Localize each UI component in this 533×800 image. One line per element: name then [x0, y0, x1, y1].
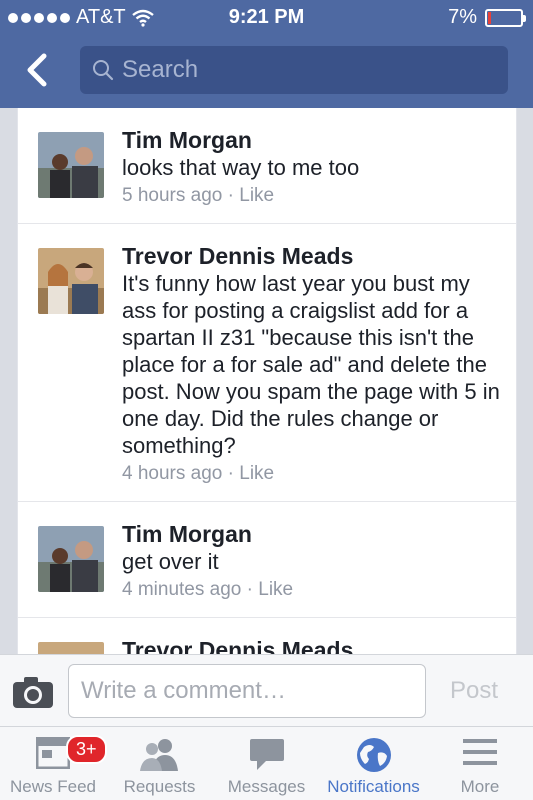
meta-separator: ·: [227, 463, 234, 484]
battery-icon: [485, 8, 526, 27]
comment-composer: Write a comment… Post: [0, 654, 533, 726]
top-bar: AT&T 9:21 PM 7% Search: [0, 0, 533, 108]
friend-requests-icon: [139, 739, 178, 771]
comment-author[interactable]: Trevor Dennis Meads: [122, 636, 502, 654]
avatar[interactable]: [38, 642, 104, 654]
comment-item: Tim Morgan get over it 4 minutes ago · L…: [18, 502, 516, 618]
avatar[interactable]: [38, 526, 104, 592]
post-button[interactable]: Post: [450, 677, 498, 705]
messages-icon: [249, 739, 284, 770]
tab-label: Messages: [227, 777, 306, 796]
comment-time: 5 hours ago: [122, 185, 223, 206]
comment-text: It's funny how last year you bust my ass…: [122, 271, 500, 458]
comment-author[interactable]: Trevor Dennis Meads: [122, 242, 502, 270]
avatar[interactable]: [38, 248, 104, 314]
tab-requests[interactable]: Requests: [106, 727, 213, 800]
like-link[interactable]: Like: [239, 185, 274, 206]
battery-percent: 7%: [448, 6, 477, 28]
meta-separator: ·: [246, 579, 253, 600]
tab-more[interactable]: More: [427, 727, 533, 800]
comment-placeholder: Write a comment…: [81, 677, 286, 704]
comment-meta: 4 minutes ago · Like: [122, 579, 502, 601]
tab-news-feed[interactable]: 3+ News Feed: [0, 727, 107, 800]
back-arrow-icon[interactable]: [20, 48, 56, 92]
search-placeholder: Search: [122, 56, 199, 83]
tab-messages[interactable]: Messages: [213, 727, 320, 800]
comment-text: looks that way to me too: [122, 155, 360, 180]
comment-item: Tim Morgan looks that way to me too 5 ho…: [18, 108, 516, 224]
comment-meta: 4 hours ago · Like: [122, 463, 502, 485]
globe-icon: [356, 738, 391, 772]
comment-time: 4 minutes ago: [122, 579, 242, 600]
menu-icon: [463, 739, 497, 765]
like-link[interactable]: Like: [258, 579, 293, 600]
tab-label: Requests: [123, 777, 196, 796]
tab-label: Notifications: [327, 777, 420, 796]
comment-item: Trevor Dennis Meads: [18, 618, 516, 654]
comment-meta: 5 hours ago · Like: [122, 185, 502, 207]
avatar[interactable]: [38, 132, 104, 198]
comment-item: Trevor Dennis Meads It's funny how last …: [18, 224, 516, 502]
tab-notifications[interactable]: Notifications: [320, 727, 427, 800]
tab-label: More: [460, 777, 500, 796]
search-icon: [93, 60, 114, 81]
comment-input[interactable]: Write a comment…: [68, 664, 426, 718]
tab-label: News Feed: [10, 777, 96, 796]
comment-text: get over it: [122, 549, 219, 574]
news-feed-icon: [36, 737, 70, 769]
tab-bar: 3+ News Feed Requests Messages Notificat…: [0, 726, 533, 800]
status-bar: AT&T 9:21 PM 7%: [0, 0, 533, 36]
meta-separator: ·: [227, 185, 234, 206]
comment-list[interactable]: Tim Morgan looks that way to me too 5 ho…: [17, 108, 517, 654]
search-input[interactable]: Search: [80, 46, 508, 94]
battery-info: 7%: [448, 6, 526, 29]
notification-badge: 3+: [66, 735, 107, 764]
like-link[interactable]: Like: [239, 463, 274, 484]
comment-author[interactable]: Tim Morgan: [122, 520, 502, 548]
camera-icon[interactable]: [12, 675, 54, 709]
comment-time: 4 hours ago: [122, 463, 223, 484]
comment-author[interactable]: Tim Morgan: [122, 126, 502, 154]
